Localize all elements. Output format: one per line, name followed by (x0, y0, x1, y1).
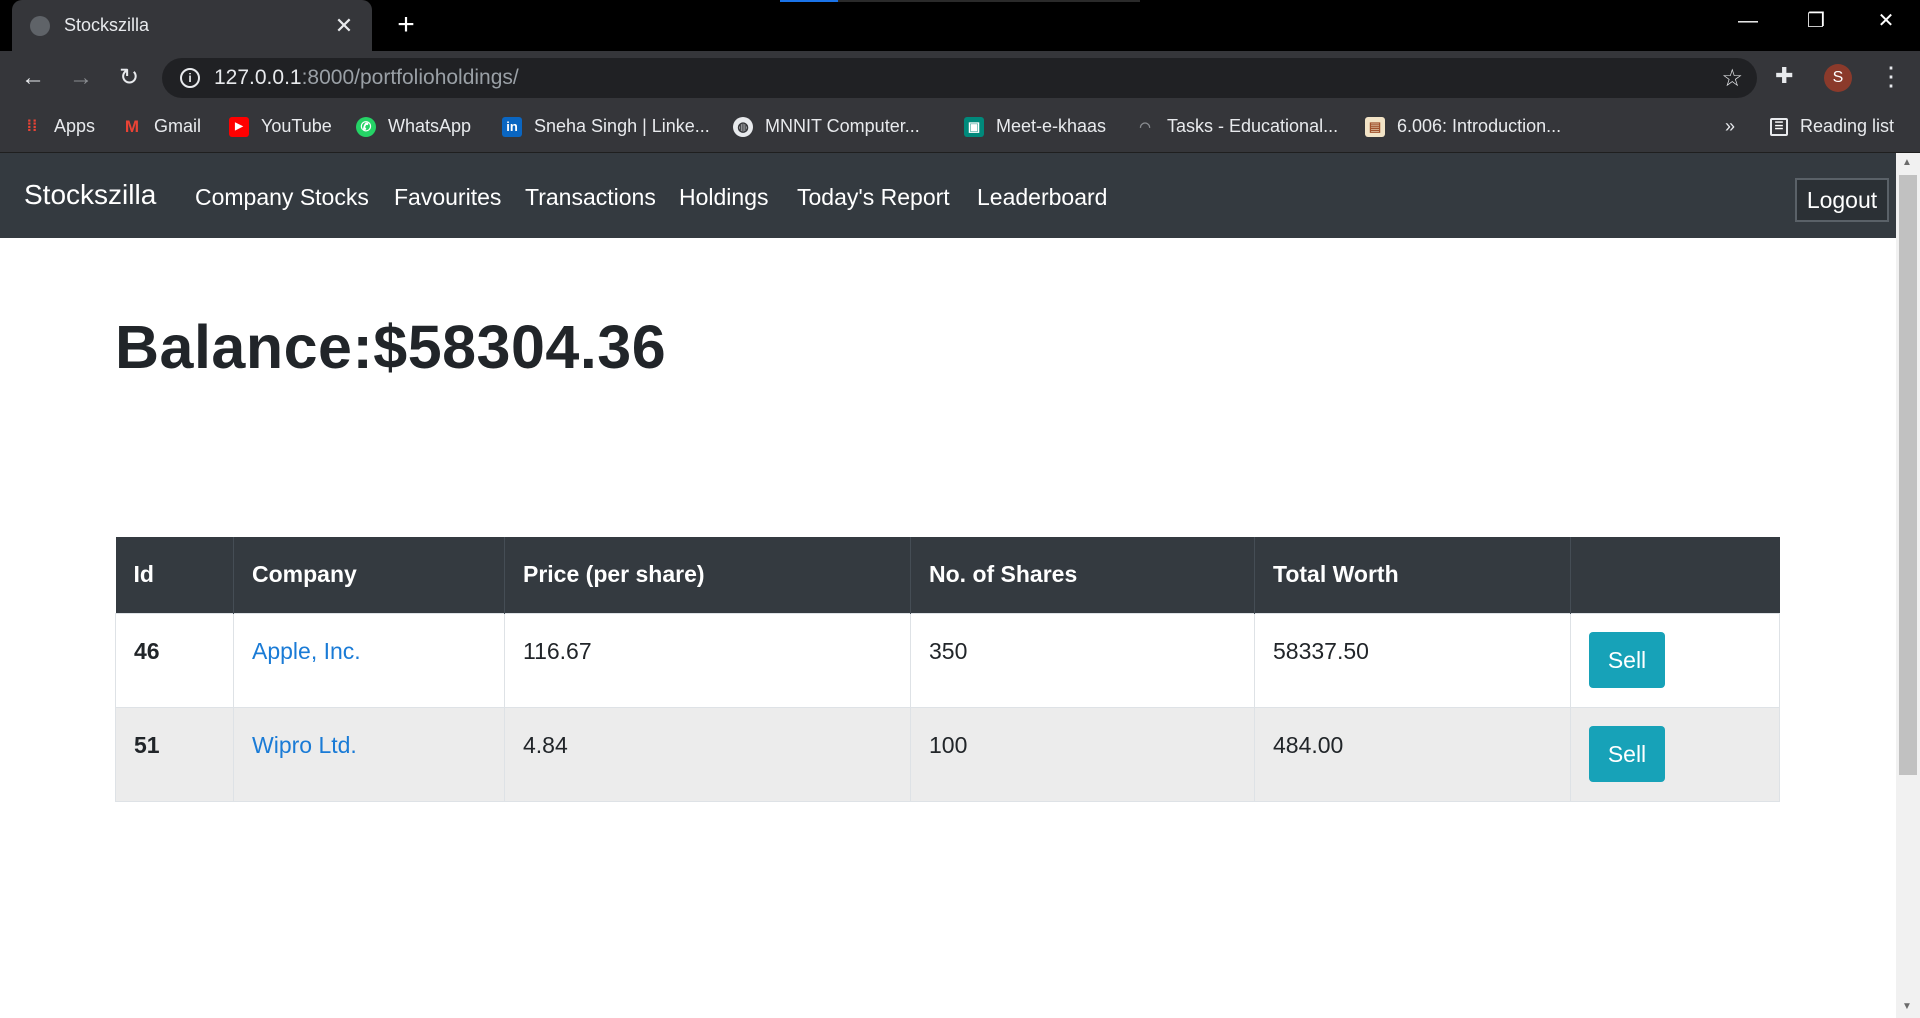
close-window-icon[interactable]: ✕ (1856, 0, 1916, 44)
brand-logo[interactable]: Stockszilla (24, 179, 156, 211)
tab-title: Stockszilla (64, 15, 150, 35)
header-id: Id (115, 537, 234, 613)
header-company: Company (233, 537, 505, 613)
extensions-icon[interactable]: ✚ (1775, 63, 1793, 89)
sell-button[interactable]: Sell (1589, 631, 1665, 688)
browser-titlebar: Stockszilla ✕ + — ❐ ✕ (0, 0, 1920, 51)
youtube-icon: ▶ (229, 116, 249, 137)
bookmark-gmail[interactable]: M Gmail (122, 116, 201, 137)
header-action (1570, 537, 1780, 613)
nav-leaderboard[interactable]: Leaderboard (977, 184, 1107, 211)
sell-button[interactable]: Sell (1589, 725, 1665, 782)
header-total-worth: Total Worth (1254, 537, 1571, 613)
reading-list-icon: ☰ (1770, 117, 1788, 136)
gmail-icon: M (124, 116, 140, 136)
loading-progress-fill (780, 0, 838, 2)
bookmark-meet[interactable]: ▣ Meet-e-khaas (964, 116, 1106, 137)
cell-id: 46 (115, 612, 234, 708)
info-icon[interactable]: i (180, 68, 200, 88)
cell-id: 51 (115, 706, 234, 802)
cell-action: Sell (1570, 706, 1780, 802)
reload-icon[interactable]: ↻ (114, 63, 144, 93)
globe-icon (30, 15, 50, 36)
nav-todays-report[interactable]: Today's Report (797, 184, 950, 211)
header-shares: No. of Shares (910, 537, 1255, 613)
page-icon: ▤ (1365, 116, 1385, 137)
nav-holdings[interactable]: Holdings (679, 184, 769, 211)
bookmark-whatsapp[interactable]: ✆ WhatsApp (356, 116, 471, 137)
cell-action: Sell (1570, 612, 1780, 708)
cell-total-worth: 484.00 (1254, 706, 1571, 802)
bookmark-star-icon[interactable]: ☆ (1721, 64, 1743, 93)
bookmarks-bar: ⁞⁞ Apps M Gmail ▶ YouTube ✆ WhatsApp in Sneha… (0, 104, 1920, 153)
restore-icon[interactable]: ❐ (1786, 0, 1846, 44)
forward-icon[interactable]: → (66, 63, 96, 93)
close-tab-icon[interactable]: ✕ (330, 12, 358, 40)
app-navbar: Stockszilla Company Stocks Favourites Tr… (0, 153, 1896, 238)
cell-price: 4.84 (504, 706, 911, 802)
url-text: 127.0.0.1:8000/portfolioholdings/ (214, 66, 519, 89)
nav-favourites[interactable]: Favourites (394, 184, 501, 211)
balance-heading: Balance:$58304.36 (115, 313, 667, 381)
linkedin-icon: in (502, 116, 522, 137)
profile-avatar[interactable]: S (1824, 64, 1852, 92)
back-icon[interactable]: ← (18, 63, 48, 93)
nav-transactions[interactable]: Transactions (525, 184, 656, 211)
scroll-thumb[interactable] (1899, 175, 1917, 775)
logout-button[interactable]: Logout (1795, 178, 1889, 222)
table-row: 51 Wipro Ltd. 4.84 100 484.00 Sell (115, 706, 1780, 802)
whatsapp-icon: ✆ (356, 116, 376, 137)
table-header-row: Id Company Price (per share) No. of Shar… (115, 537, 1780, 613)
page-scrollbar[interactable]: ▲ ▼ (1896, 153, 1920, 1018)
scroll-down-icon[interactable]: ▼ (1902, 1001, 1912, 1012)
company-link[interactable]: Wipro Ltd. (233, 706, 505, 802)
header-price: Price (per share) (504, 537, 911, 613)
scroll-up-icon[interactable]: ▲ (1902, 157, 1912, 168)
loading-progress (780, 0, 1140, 2)
new-tab-button[interactable]: + (390, 10, 422, 42)
minimize-icon[interactable]: — (1718, 0, 1778, 44)
browser-toolbar: ← → ↻ i 127.0.0.1:8000/portfolioholdings… (0, 51, 1920, 104)
meet-icon: ▣ (964, 116, 984, 137)
bookmarks-overflow[interactable]: » (1725, 116, 1735, 137)
nav-company-stocks[interactable]: Company Stocks (195, 184, 369, 211)
address-bar[interactable]: i 127.0.0.1:8000/portfolioholdings/ ☆ (162, 58, 1757, 98)
table-row: 46 Apple, Inc. 116.67 350 58337.50 Sell (115, 612, 1780, 708)
cell-shares: 350 (910, 612, 1255, 708)
company-link[interactable]: Apple, Inc. (233, 612, 505, 708)
cell-price: 116.67 (504, 612, 911, 708)
bookmark-apps[interactable]: ⁞⁞ Apps (22, 116, 95, 137)
reading-list[interactable]: ☰ Reading list (1770, 116, 1894, 137)
bookmark-youtube[interactable]: ▶ YouTube (229, 116, 332, 137)
holdings-table: Id Company Price (per share) No. of Shar… (115, 537, 1780, 802)
cell-shares: 100 (910, 706, 1255, 802)
apps-grid-icon: ⁞⁞ (26, 117, 38, 135)
globe-icon: ◍ (733, 116, 753, 137)
tasks-icon: ◠ (1139, 118, 1151, 134)
cell-total-worth: 58337.50 (1254, 612, 1571, 708)
bookmark-6006[interactable]: ▤ 6.006: Introduction... (1365, 116, 1561, 137)
bookmark-linkedin[interactable]: in Sneha Singh | Linke... (502, 116, 710, 137)
browser-tab[interactable]: Stockszilla ✕ (12, 0, 372, 51)
bookmark-tasks[interactable]: ◠ Tasks - Educational... (1135, 116, 1338, 137)
browser-menu-icon[interactable]: ⋮ (1878, 61, 1904, 92)
bookmark-mnnit[interactable]: ◍ MNNIT Computer... (733, 116, 920, 137)
